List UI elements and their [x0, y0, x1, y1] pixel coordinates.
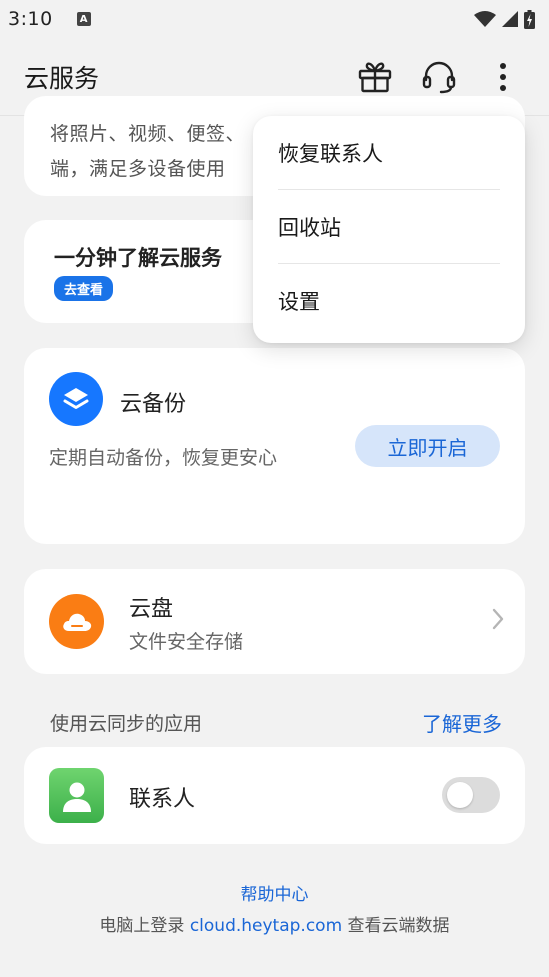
menu-item-restore-contacts[interactable]: 恢复联系人 [278, 116, 500, 190]
view-badge-button[interactable]: 去查看 [54, 276, 114, 301]
intro-title: 一分钟了解云服务 [54, 246, 222, 270]
cloud-backup-subtitle: 定期自动备份，恢复更安心 [49, 447, 278, 469]
status-time: 3:10 [8, 8, 53, 30]
cloud-disk-card[interactable]: 云盘 文件安全存储 [24, 569, 525, 674]
wifi-icon [474, 11, 496, 27]
more-options-button[interactable] [481, 55, 525, 99]
login-hint-suffix: 查看云端数据 [342, 916, 450, 936]
status-icons [474, 9, 535, 29]
cloud-backup-title: 云备份 [120, 392, 187, 417]
cloud-backup-card: 云备份 定期自动备份，恢复更安心 立即开启 [24, 348, 525, 544]
learn-more-link[interactable]: 了解更多 [422, 708, 502, 737]
page-title: 云服务 [24, 63, 100, 93]
gift-button[interactable] [353, 55, 397, 99]
toggle-knob [447, 782, 473, 808]
gift-icon [358, 61, 392, 92]
notification-icon: A [76, 12, 91, 26]
contacts-sync-toggle[interactable] [442, 777, 500, 813]
customer-service-button[interactable] [417, 55, 461, 99]
cloud-disk-title: 云盘 [129, 597, 174, 622]
contacts-sync-card: 联系人 [24, 747, 525, 844]
login-hint-prefix: 电脑上登录 [99, 916, 190, 936]
cloud-url-link[interactable]: cloud.heytap.com [190, 916, 342, 936]
sync-apps-section-header: 使用云同步的应用 了解更多 [50, 708, 502, 737]
menu-item-recycle-bin[interactable]: 回收站 [278, 190, 500, 264]
chevron-right-icon [492, 608, 504, 630]
login-hint: 电脑上登录 cloud.heytap.com 查看云端数据 [0, 911, 549, 936]
layers-icon [49, 372, 103, 426]
sync-apps-label: 使用云同步的应用 [50, 713, 203, 735]
footer: 帮助中心 电脑上登录 cloud.heytap.com 查看云端数据 [0, 880, 549, 936]
header-actions [353, 55, 525, 99]
menu-item-settings[interactable]: 设置 [278, 264, 500, 338]
feature-description-line1: 将照片、视频、便签、 [50, 123, 246, 145]
overflow-menu: 恢复联系人 回收站 设置 [253, 116, 525, 343]
status-bar: 3:10 A [0, 0, 549, 38]
signal-icon [502, 11, 518, 27]
contacts-title: 联系人 [129, 787, 196, 812]
help-center-link[interactable]: 帮助中心 [0, 880, 549, 905]
headset-icon [422, 61, 456, 93]
cloud-icon [49, 594, 104, 649]
more-vertical-icon [500, 62, 506, 91]
contacts-app-icon [49, 768, 104, 823]
battery-icon [524, 9, 535, 29]
enable-backup-button[interactable]: 立即开启 [355, 425, 500, 467]
feature-description-line2: 端，满足多设备使用 [50, 158, 226, 180]
cloud-disk-subtitle: 文件安全存储 [129, 631, 244, 653]
